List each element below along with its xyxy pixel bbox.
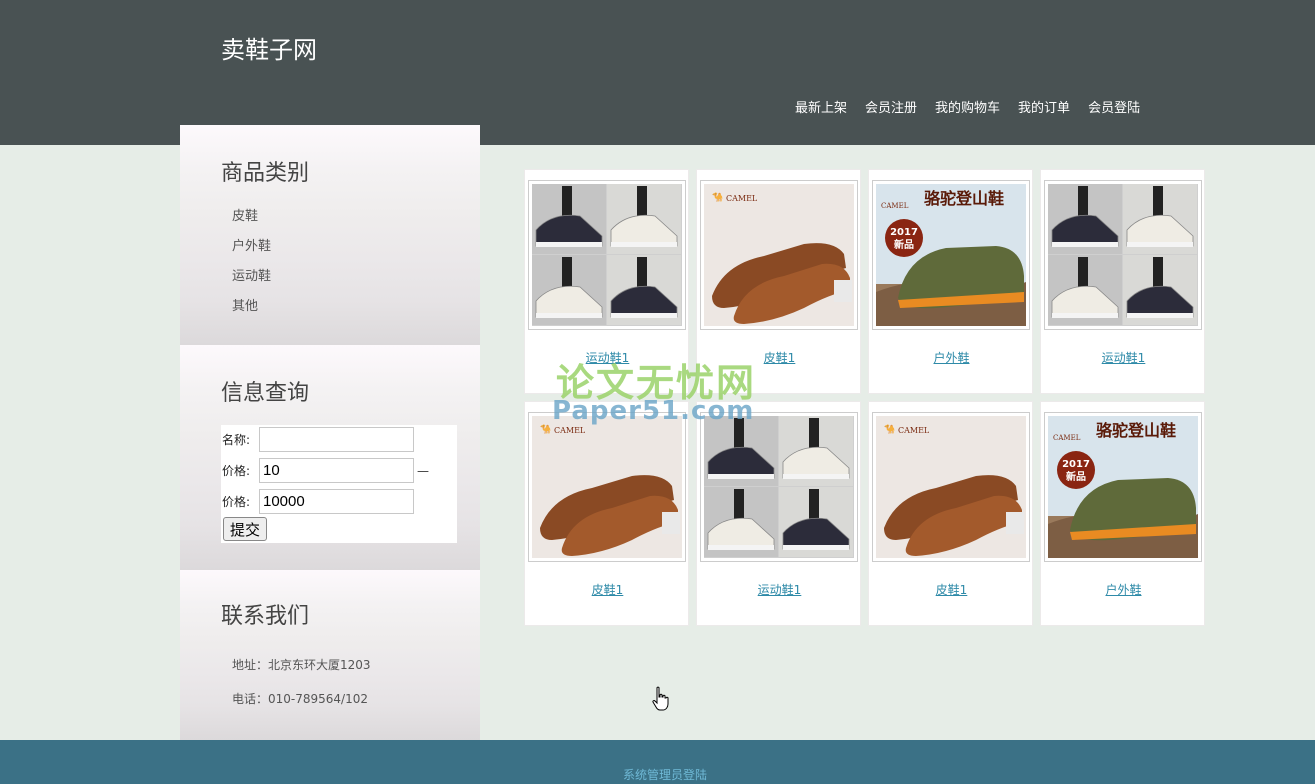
main-nav: 最新上架 会员注册 我的购物车 我的订单 会员登陆: [795, 97, 1158, 116]
product-name-link[interactable]: 皮鞋1: [869, 581, 1034, 598]
product-image[interactable]: [528, 180, 686, 330]
product-card[interactable]: 🐪 CAMEL 皮鞋1: [696, 169, 861, 394]
price-min-input[interactable]: [259, 458, 414, 483]
contact-phone: 电话：010-789564/102: [232, 692, 368, 706]
contact-address: 地址：北京东环大厦1203: [232, 658, 371, 672]
price-min-label: 价格:: [222, 464, 251, 478]
svg-text:新品: 新品: [894, 238, 914, 251]
price-separator: —: [417, 463, 429, 478]
svg-text:骆驼登山鞋: 骆驼登山鞋: [1096, 421, 1176, 440]
product-card[interactable]: 2017 新品 CAMEL 骆驼登山鞋户外鞋: [868, 169, 1033, 394]
svg-text:2017: 2017: [1062, 459, 1090, 470]
nav-register[interactable]: 会员注册: [865, 97, 917, 116]
product-image[interactable]: [1044, 180, 1202, 330]
svg-text:新品: 新品: [1066, 470, 1086, 483]
product-image[interactable]: [700, 412, 858, 562]
leather-shoe-image: 🐪 CAMEL: [532, 416, 682, 558]
svg-text:🐪: 🐪: [540, 424, 551, 435]
contact-title: 联系我们: [221, 604, 310, 629]
product-name-link[interactable]: 户外鞋: [1041, 581, 1206, 598]
site-title[interactable]: 卖鞋子网: [221, 30, 317, 65]
search-title: 信息查询: [221, 381, 310, 406]
svg-text:CAMEL: CAMEL: [881, 202, 909, 210]
svg-text:CAMEL: CAMEL: [1053, 434, 1081, 442]
product-name-link[interactable]: 皮鞋1: [697, 349, 862, 366]
svg-text:🐪: 🐪: [712, 192, 723, 203]
category-item-sport[interactable]: 运动鞋: [232, 269, 271, 299]
site-footer: 系统管理员登陆: [0, 740, 1315, 784]
product-name-link[interactable]: 皮鞋1: [525, 581, 690, 598]
product-image[interactable]: 2017 新品 CAMEL 骆驼登山鞋: [872, 180, 1030, 330]
name-row: 名称:: [222, 427, 414, 452]
product-name-link[interactable]: 运动鞋1: [1041, 349, 1206, 366]
svg-text:2017: 2017: [890, 227, 918, 238]
category-panel: 商品类别 皮鞋 户外鞋 运动鞋 其他: [180, 125, 480, 345]
product-image[interactable]: 🐪 CAMEL: [528, 412, 686, 562]
hiking-shoe-image: 2017新品 CAMEL 骆驼登山鞋: [876, 184, 1026, 326]
product-card[interactable]: 运动鞋1: [524, 169, 689, 394]
price-min-row: 价格: —: [222, 458, 429, 483]
product-name-link[interactable]: 运动鞋1: [697, 581, 862, 598]
leather-shoe-image: 🐪 CAMEL: [704, 184, 854, 326]
price-max-label: 价格:: [222, 495, 251, 509]
nav-new-arrivals[interactable]: 最新上架: [795, 97, 847, 116]
product-name-link[interactable]: 户外鞋: [869, 349, 1034, 366]
hand-cursor-icon: [652, 686, 669, 711]
svg-text:骆驼登山鞋: 骆驼登山鞋: [924, 189, 1004, 208]
admin-login-link[interactable]: 系统管理员登陆: [623, 766, 707, 783]
product-name-link[interactable]: 运动鞋1: [525, 349, 690, 366]
sneakers-image: [704, 416, 854, 558]
name-input[interactable]: [259, 427, 414, 452]
category-item-leather[interactable]: 皮鞋: [232, 209, 271, 239]
name-label: 名称:: [222, 433, 251, 447]
svg-text:CAMEL: CAMEL: [554, 426, 586, 435]
hiking-shoe-image: 2017新品 CAMEL 骆驼登山鞋: [1048, 416, 1198, 558]
sidebar: 商品类别 皮鞋 户外鞋 运动鞋 其他 信息查询 名称: 价格: — 价格: 提交: [180, 125, 480, 740]
product-card[interactable]: 🐪 CAMEL 皮鞋1: [524, 401, 689, 626]
price-max-input[interactable]: [259, 489, 414, 514]
svg-text:CAMEL: CAMEL: [898, 426, 930, 435]
product-image[interactable]: 2017 新品 CAMEL 骆驼登山鞋: [1044, 412, 1202, 562]
nav-login[interactable]: 会员登陆: [1088, 97, 1140, 116]
nav-cart[interactable]: 我的购物车: [935, 97, 1000, 116]
sneakers-image: [1048, 184, 1198, 326]
category-title: 商品类别: [221, 161, 310, 186]
category-item-outdoor[interactable]: 户外鞋: [232, 239, 271, 269]
search-form: 名称: 价格: — 价格: 提交: [221, 425, 457, 543]
product-card[interactable]: 🐪 CAMEL 皮鞋1: [868, 401, 1033, 626]
contact-panel: 联系我们 地址：北京东环大厦1203 电话：010-789564/102: [180, 570, 480, 740]
site-header: 卖鞋子网 最新上架 会员注册 我的购物车 我的订单 会员登陆: [0, 0, 1315, 145]
svg-text:🐪: 🐪: [884, 424, 895, 435]
sneakers-image: [532, 184, 682, 326]
category-item-other[interactable]: 其他: [232, 299, 271, 329]
submit-button[interactable]: 提交: [223, 517, 268, 541]
product-card[interactable]: 2017 新品 CAMEL 骆驼登山鞋户外鞋: [1040, 401, 1205, 626]
svg-text:CAMEL: CAMEL: [726, 194, 758, 203]
leather-shoe-image: 🐪 CAMEL: [876, 416, 1026, 558]
product-image[interactable]: 🐪 CAMEL: [700, 180, 858, 330]
product-card[interactable]: 运动鞋1: [696, 401, 861, 626]
price-max-row: 价格:: [222, 489, 414, 514]
category-list: 皮鞋 户外鞋 运动鞋 其他: [232, 209, 271, 329]
search-panel: 信息查询 名称: 价格: — 价格: 提交: [180, 345, 480, 570]
nav-orders[interactable]: 我的订单: [1018, 97, 1070, 116]
product-image[interactable]: 🐪 CAMEL: [872, 412, 1030, 562]
product-card[interactable]: 运动鞋1: [1040, 169, 1205, 394]
